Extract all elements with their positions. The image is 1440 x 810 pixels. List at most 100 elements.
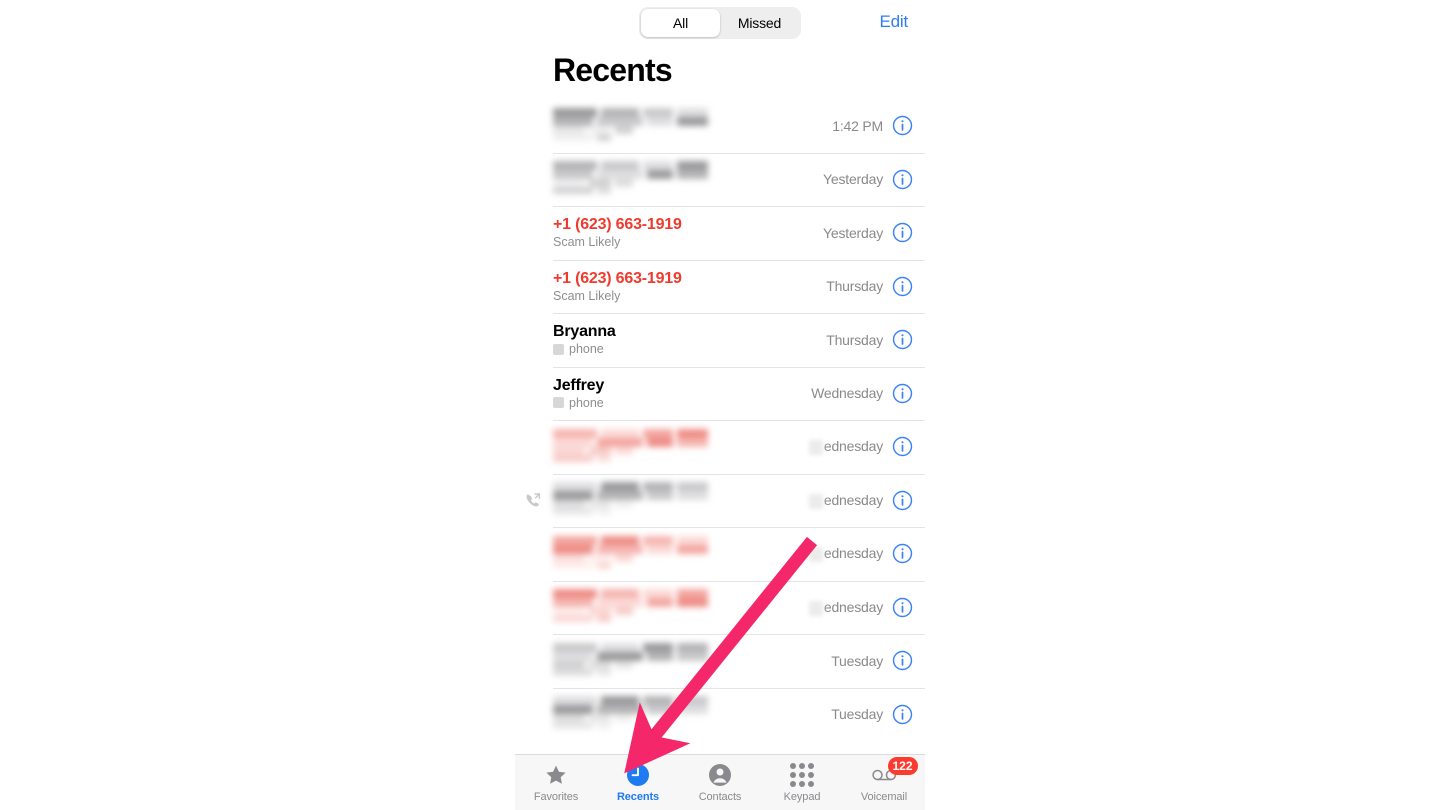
- navigation-header: All Missed Edit: [515, 0, 925, 46]
- tab-item-keypad[interactable]: Keypad: [761, 762, 843, 803]
- call-row-time: Thursday: [826, 278, 883, 294]
- call-list-row[interactable]: Tuesday: [553, 687, 925, 742]
- call-row-subtitle: Scam Likely: [553, 288, 826, 304]
- call-row-time: Yesterday: [823, 171, 883, 187]
- call-list-row[interactable]: +1 (623) 663-1919 Scam Likely Yesterday: [553, 206, 925, 260]
- call-row-time: ednesday: [808, 598, 883, 616]
- tab-item-voicemail[interactable]: 122 Voicemail: [843, 757, 925, 803]
- redacted-time-prefix: [808, 547, 823, 563]
- call-info-button[interactable]: [892, 222, 913, 243]
- call-row-time-text: 1:42 PM: [832, 117, 883, 134]
- call-info-button[interactable]: [892, 543, 913, 564]
- call-row-time-text: Tuesday: [831, 706, 883, 723]
- call-row-main: +1 (623) 663-1919 Scam Likely: [553, 269, 826, 304]
- call-row-main: Jeffrey phone: [553, 376, 811, 411]
- voicemail-badge: 122: [887, 757, 918, 775]
- call-list-row[interactable]: Tuesday: [553, 634, 925, 688]
- call-row-time: Tuesday: [831, 653, 883, 669]
- call-row-name: Jeffrey: [553, 376, 605, 394]
- page-title: Recents: [553, 52, 673, 88]
- call-row-subtitle-text: phone: [569, 342, 604, 357]
- call-row-time: Wednesday: [811, 385, 883, 401]
- call-row-main: [553, 534, 809, 574]
- call-info-button[interactable]: [892, 597, 913, 618]
- call-list-row[interactable]: Jeffrey phone Wednesday: [553, 366, 925, 421]
- redacted-contact-name: [553, 159, 708, 199]
- call-info-button[interactable]: [892, 329, 913, 350]
- call-info-button[interactable]: [892, 650, 913, 671]
- call-info-button[interactable]: [892, 704, 913, 725]
- call-row-time-text: ednesday: [823, 598, 883, 615]
- call-list-row[interactable]: ednesday: [553, 580, 925, 635]
- call-info-button[interactable]: [892, 490, 913, 511]
- call-info-button[interactable]: [892, 169, 913, 190]
- redacted-contact-name: [553, 106, 708, 146]
- call-row-main: [553, 641, 831, 681]
- tab-label: Voicemail: [860, 791, 908, 803]
- call-row-time: 1:42 PM: [832, 118, 883, 134]
- call-info-button[interactable]: [892, 436, 913, 457]
- redacted-contact-name: [553, 587, 708, 627]
- call-row-time-text: Thursday: [826, 278, 883, 295]
- call-list-row[interactable]: +1 (623) 663-1919 Scam Likely Thursday: [553, 259, 925, 314]
- person-icon: [708, 762, 733, 787]
- call-filter-segmented-control[interactable]: All Missed: [639, 7, 801, 39]
- call-list-row[interactable]: Bryanna phone Thursday: [553, 313, 925, 367]
- phone-app-screen: All Missed Edit Recents 1:42 PM Yesterday…: [515, 0, 925, 810]
- call-row-time-text: ednesday: [823, 545, 883, 562]
- call-row-time-text: Thursday: [826, 331, 883, 348]
- call-list-row[interactable]: Yesterday: [553, 152, 925, 207]
- call-row-main: [553, 106, 832, 146]
- redacted-label-icon: [553, 397, 564, 409]
- redacted-time-prefix: [808, 600, 823, 616]
- call-row-time-text: ednesday: [823, 491, 883, 508]
- tab-label: Recents: [616, 791, 660, 803]
- tab-item-favorites[interactable]: Favorites: [515, 762, 597, 803]
- edit-button[interactable]: Edit: [880, 12, 909, 32]
- redacted-contact-name: [553, 534, 708, 574]
- call-row-main: [553, 587, 809, 627]
- call-row-time-text: Tuesday: [831, 652, 883, 669]
- call-row-time-text: Wednesday: [811, 385, 883, 402]
- call-row-main: [553, 427, 809, 467]
- call-row-main: [553, 480, 809, 520]
- call-row-time: ednesday: [808, 545, 883, 563]
- call-row-time-text: Yesterday: [823, 171, 883, 188]
- tab-item-recents[interactable]: Recents: [597, 762, 679, 803]
- voicemail-icon: 122: [871, 757, 918, 787]
- call-row-time: ednesday: [808, 491, 883, 509]
- call-list-row[interactable]: ednesday: [553, 420, 925, 474]
- call-row-time-text: ednesday: [823, 438, 883, 455]
- call-info-button[interactable]: [892, 383, 913, 404]
- call-info-button[interactable]: [892, 276, 913, 297]
- redacted-contact-name: [553, 427, 708, 467]
- call-row-subtitle: phone: [553, 395, 811, 411]
- tab-bar: Favorites Recents Contacts Keypad 122 Voicema…: [515, 754, 925, 810]
- star-icon: [544, 762, 569, 787]
- segment-missed[interactable]: Missed: [720, 9, 799, 37]
- call-row-time: Tuesday: [831, 706, 883, 722]
- redacted-contact-name: [553, 641, 708, 681]
- call-info-button[interactable]: [892, 115, 913, 136]
- recents-call-list: 1:42 PM Yesterday +1 (623) 663-1919 Scam Li…: [515, 99, 925, 741]
- segment-all[interactable]: All: [641, 9, 720, 37]
- tab-label: Contacts: [698, 791, 742, 803]
- redacted-contact-name: [553, 694, 708, 734]
- tab-item-contacts[interactable]: Contacts: [679, 762, 761, 803]
- call-row-subtitle-text: phone: [569, 395, 604, 410]
- clock-icon: [626, 762, 651, 787]
- call-list-row[interactable]: 1:42 PM: [553, 99, 925, 153]
- outgoing-call-icon: [525, 492, 541, 508]
- call-row-time: Yesterday: [823, 225, 883, 241]
- call-row-subtitle-text: Scam Likely: [553, 235, 621, 250]
- redacted-contact-name: [553, 480, 708, 520]
- call-row-name: +1 (623) 663-1919: [553, 269, 682, 287]
- call-row-main: [553, 694, 831, 734]
- call-list-row[interactable]: ednesday: [526, 473, 925, 528]
- segment-missed-label: Missed: [737, 15, 782, 31]
- call-row-time: Thursday: [826, 332, 883, 348]
- tab-label: Keypad: [783, 791, 821, 803]
- call-list-row[interactable]: ednesday: [553, 527, 925, 581]
- redacted-time-prefix: [808, 440, 823, 456]
- screenshot-root: All Missed Edit Recents 1:42 PM Yesterday…: [0, 0, 1440, 810]
